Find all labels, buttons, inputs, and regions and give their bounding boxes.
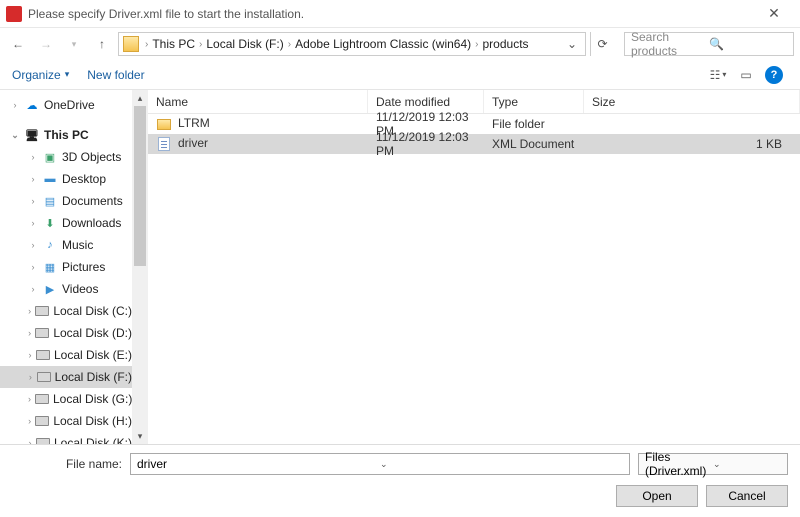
help-button[interactable]: ? bbox=[760, 64, 788, 86]
documents-icon: ▤ bbox=[42, 193, 58, 209]
disk-icon bbox=[36, 435, 50, 444]
3d-icon: ▣ bbox=[42, 149, 58, 165]
search-input[interactable]: Search products 🔍 bbox=[624, 32, 794, 56]
folder-icon bbox=[156, 116, 172, 132]
folder-icon bbox=[123, 36, 139, 52]
tree-item-local-disk-f-[interactable]: ›Local Disk (F:) bbox=[0, 366, 132, 388]
file-name: LTRM bbox=[178, 116, 210, 130]
window-title: Please specify Driver.xml file to start … bbox=[28, 7, 754, 21]
scroll-thumb[interactable] bbox=[134, 106, 146, 266]
tree-scrollbar[interactable]: ▴ ▾ bbox=[132, 90, 148, 444]
view-options[interactable]: ☷ ▾ bbox=[704, 64, 732, 86]
cancel-button[interactable]: Cancel bbox=[706, 485, 788, 507]
disk-icon bbox=[35, 391, 49, 407]
tree-item-desktop[interactable]: ›▬Desktop bbox=[0, 168, 132, 190]
breadcrumb-segment[interactable]: products bbox=[481, 37, 531, 51]
pc-icon: 🖥 bbox=[24, 127, 40, 143]
scroll-down-icon[interactable]: ▾ bbox=[132, 428, 148, 444]
scroll-up-icon[interactable]: ▴ bbox=[132, 90, 148, 106]
organize-menu[interactable]: Organize▾ bbox=[12, 68, 69, 82]
tree-thispc[interactable]: ⌄🖥This PC bbox=[0, 124, 132, 146]
tree-item-local-disk-d-[interactable]: ›Local Disk (D:) bbox=[0, 322, 132, 344]
chevron-right-icon: › bbox=[145, 39, 148, 50]
breadcrumb-segment[interactable]: Local Disk (F:) bbox=[204, 37, 285, 51]
open-button[interactable]: Open bbox=[616, 485, 698, 507]
close-button[interactable]: ✕ bbox=[754, 5, 794, 22]
downloads-icon: ⬇ bbox=[42, 215, 58, 231]
search-icon: 🔍 bbox=[709, 37, 787, 51]
tree-item-local-disk-k-[interactable]: ›Local Disk (K:) bbox=[0, 432, 132, 444]
tree-item-pictures[interactable]: ›▦Pictures bbox=[0, 256, 132, 278]
chevron-right-icon: › bbox=[475, 39, 478, 50]
disk-icon bbox=[37, 369, 51, 385]
filename-input[interactable]: driver ⌄ bbox=[130, 453, 630, 475]
disk-icon bbox=[35, 303, 49, 319]
column-header-type[interactable]: Type bbox=[484, 90, 584, 113]
music-icon: ♪ bbox=[42, 237, 58, 253]
search-placeholder: Search products bbox=[631, 30, 709, 58]
tree-item-3d-objects[interactable]: ›▣3D Objects bbox=[0, 146, 132, 168]
file-type: File folder bbox=[484, 117, 584, 131]
navigation-tree: ›☁OneDrive ⌄🖥This PC›▣3D Objects›▬Desktop… bbox=[0, 90, 132, 444]
disk-icon bbox=[36, 347, 50, 363]
up-button[interactable]: ↑ bbox=[90, 32, 114, 56]
file-type: XML Document bbox=[484, 137, 584, 151]
chevron-down-icon: ⌄ bbox=[713, 459, 781, 470]
videos-icon: ▶ bbox=[42, 281, 58, 297]
tree-item-local-disk-c-[interactable]: ›Local Disk (C:) bbox=[0, 300, 132, 322]
disk-icon bbox=[35, 413, 49, 429]
filetype-select[interactable]: Files (Driver.xml) ⌄ bbox=[638, 453, 788, 475]
chevron-right-icon: › bbox=[288, 39, 291, 50]
new-folder-button[interactable]: New folder bbox=[87, 68, 144, 82]
file-row[interactable]: driver11/12/2019 12:03 PMXML Document1 K… bbox=[148, 134, 800, 154]
breadcrumb-dropdown[interactable]: ⌄ bbox=[563, 37, 581, 51]
tree-onedrive[interactable]: ›☁OneDrive bbox=[0, 94, 132, 116]
file-size: 1 KB bbox=[584, 137, 800, 151]
xml-file-icon bbox=[156, 136, 172, 152]
file-list: Name Date modified Type Size LTRM11/12/2… bbox=[148, 90, 800, 444]
column-header-size[interactable]: Size bbox=[584, 90, 800, 113]
tree-item-music[interactable]: ›♪Music bbox=[0, 234, 132, 256]
pictures-icon: ▦ bbox=[42, 259, 58, 275]
cloud-icon: ☁ bbox=[24, 97, 40, 113]
chevron-right-icon: › bbox=[199, 39, 202, 50]
filename-label: File name: bbox=[12, 457, 122, 471]
file-date: 11/12/2019 12:03 PM bbox=[368, 130, 484, 158]
app-icon bbox=[6, 6, 22, 22]
breadcrumb-segment[interactable]: Adobe Lightroom Classic (win64) bbox=[293, 37, 473, 51]
disk-icon bbox=[35, 325, 49, 341]
chevron-down-icon[interactable]: ⌄ bbox=[380, 459, 623, 470]
recent-dropdown[interactable]: ▾ bbox=[62, 32, 86, 56]
tree-item-downloads[interactable]: ›⬇Downloads bbox=[0, 212, 132, 234]
file-name: driver bbox=[178, 136, 208, 150]
desktop-icon: ▬ bbox=[42, 171, 58, 187]
tree-item-local-disk-h-[interactable]: ›Local Disk (H:) bbox=[0, 410, 132, 432]
tree-item-documents[interactable]: ›▤Documents bbox=[0, 190, 132, 212]
tree-item-local-disk-g-[interactable]: ›Local Disk (G:) bbox=[0, 388, 132, 410]
preview-pane-button[interactable]: ▭ bbox=[732, 64, 760, 86]
back-button[interactable]: ← bbox=[6, 32, 30, 56]
column-header-name[interactable]: Name bbox=[148, 90, 368, 113]
refresh-button[interactable]: ⟳ bbox=[590, 32, 614, 56]
breadcrumb[interactable]: › This PC › Local Disk (F:) › Adobe Ligh… bbox=[118, 32, 586, 56]
tree-item-local-disk-e-[interactable]: ›Local Disk (E:) bbox=[0, 344, 132, 366]
tree-item-videos[interactable]: ›▶Videos bbox=[0, 278, 132, 300]
breadcrumb-segment[interactable]: This PC bbox=[150, 37, 197, 51]
forward-button[interactable]: → bbox=[34, 32, 58, 56]
